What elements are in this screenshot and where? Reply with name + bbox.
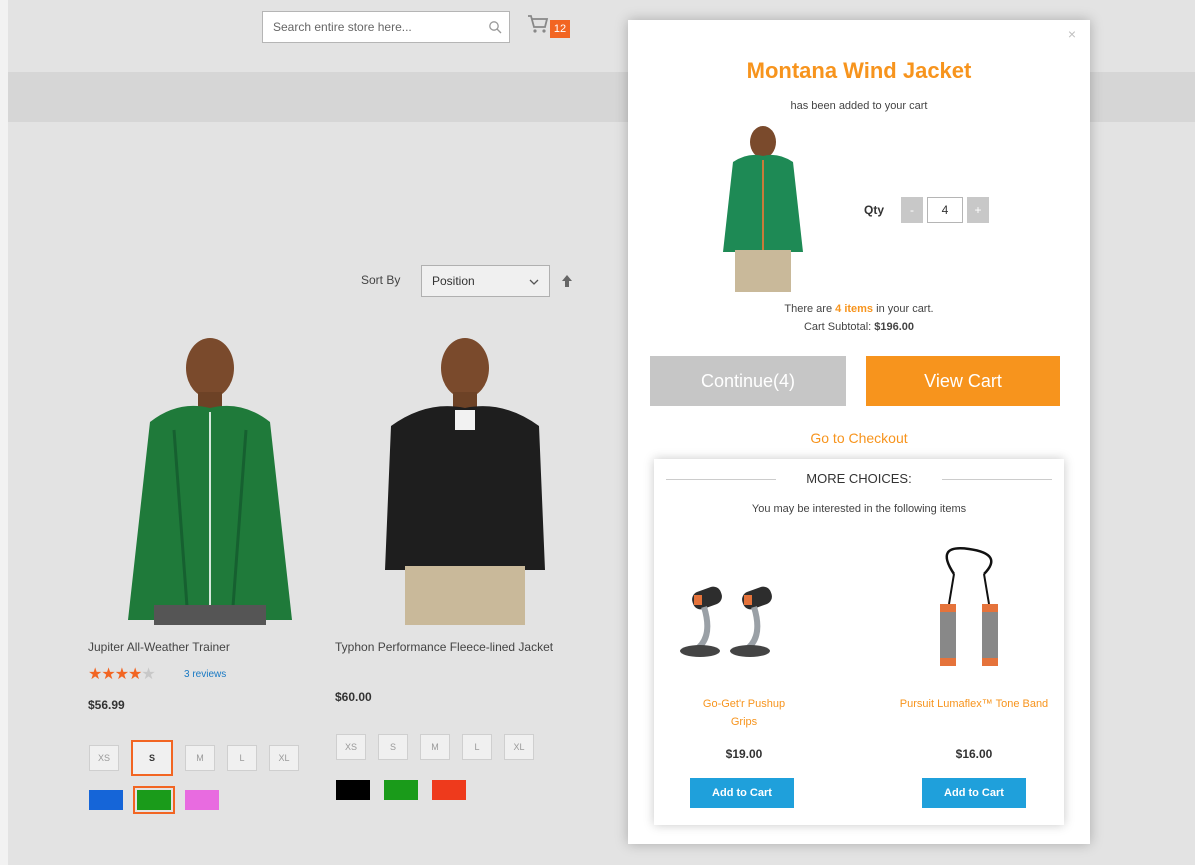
qty-decrease-button[interactable]: - (901, 197, 923, 223)
sort-by-label: Sort By (361, 273, 401, 287)
cart-items-line: There are 4 items in your cart. (628, 300, 1090, 318)
more-choices-panel: MORE CHOICES: You may be interested in t… (654, 459, 1064, 825)
color-swatch-green[interactable] (384, 780, 418, 800)
modal-product-image (693, 122, 823, 292)
star-icon: ★ (114, 666, 129, 683)
product-name-link[interactable]: Jupiter All-Weather Trainer (88, 638, 230, 656)
color-swatch-red[interactable] (432, 780, 466, 800)
size-swatches: XS S M L XL (336, 734, 534, 760)
rating-stars: ★★★★★ (88, 664, 156, 684)
qty-input[interactable]: 4 (927, 197, 963, 223)
color-swatch-black[interactable] (336, 780, 370, 800)
go-to-checkout-link[interactable]: Go to Checkout (628, 430, 1090, 446)
cart-summary: There are 4 items in your cart. Cart Sub… (628, 300, 1090, 336)
qty-label: Qty (864, 203, 885, 217)
size-swatch-xl[interactable]: XL (504, 734, 534, 760)
search-box[interactable] (262, 11, 510, 43)
sort-direction-arrow-icon[interactable] (560, 274, 574, 288)
star-icon: ★ (88, 666, 102, 683)
chevron-down-icon (529, 274, 539, 288)
add-to-cart-button[interactable]: Add to Cart (922, 778, 1026, 808)
size-swatch-xs[interactable]: XS (89, 745, 119, 771)
size-swatch-l[interactable]: L (227, 745, 257, 771)
modal-subtitle: has been added to your cart (790, 100, 928, 112)
size-swatch-m[interactable]: M (185, 745, 215, 771)
size-swatch-xs[interactable]: XS (336, 734, 366, 760)
cart-count-badge[interactable]: 12 (550, 20, 570, 38)
cart-items-suffix: in your cart. (873, 303, 934, 315)
page-left-strip (0, 0, 8, 865)
recommendation-image-tone-band[interactable] (924, 544, 1014, 684)
added-to-cart-modal: × Montana Wind Jacket has been added to … (628, 20, 1090, 844)
divider (942, 479, 1052, 480)
search-input[interactable] (263, 19, 481, 35)
sort-by-select[interactable]: Position (421, 265, 550, 297)
close-icon[interactable]: × (1068, 26, 1076, 42)
product-image-jupiter[interactable] (88, 330, 328, 625)
star-icon: ★ (128, 666, 142, 683)
star-icon: ★ (101, 666, 115, 683)
product-name-link[interactable]: Typhon Performance Fleece-lined Jacket (335, 638, 565, 656)
product-image-typhon[interactable] (335, 330, 575, 625)
size-swatch-m[interactable]: M (420, 734, 450, 760)
recommendation-image-pushup-grips[interactable] (674, 559, 814, 669)
reviews-link[interactable]: 3 reviews (184, 669, 226, 680)
color-swatches (336, 780, 466, 800)
modal-product-title: Montana Wind Jacket (746, 58, 972, 83)
recommendation-price: $16.00 (955, 747, 993, 761)
continue-button[interactable]: Continue(4) (650, 356, 846, 406)
sort-by-value: Position (432, 274, 475, 288)
product-price: $56.99 (88, 698, 125, 712)
search-icon[interactable] (481, 13, 509, 41)
view-cart-button[interactable]: View Cart (866, 356, 1060, 406)
product-price: $60.00 (335, 690, 372, 704)
cart-subtotal-label: Cart Subtotal: (803, 321, 875, 333)
qty-increase-button[interactable]: + (967, 197, 989, 223)
size-swatch-s[interactable]: S (378, 734, 408, 760)
color-swatch-pink[interactable] (185, 790, 219, 810)
color-swatches (89, 786, 219, 814)
recommendation-price: $19.00 (725, 747, 763, 761)
recommendation-name-link[interactable]: Pursuit Lumaflex™ Tone Band (899, 695, 1049, 713)
add-to-cart-button[interactable]: Add to Cart (690, 778, 794, 808)
size-swatch-xl[interactable]: XL (269, 745, 299, 771)
more-choices-subtitle: You may be interested in the following i… (751, 503, 967, 515)
cart-items-prefix: There are (784, 303, 836, 315)
size-swatch-s-selected[interactable]: S (131, 740, 173, 776)
qty-stepper: - 4 + (901, 197, 989, 223)
cart-items-count: 4 items (835, 303, 874, 315)
size-swatches: XS S M L XL (89, 740, 299, 776)
cart-subtotal-line: Cart Subtotal: $196.00 (628, 318, 1090, 336)
recommendation-name-link[interactable]: Go-Get'r Pushup Grips (689, 695, 799, 731)
size-swatch-l[interactable]: L (462, 734, 492, 760)
cart-subtotal-value: $196.00 (874, 321, 915, 333)
star-empty-icon: ★ (141, 666, 155, 683)
cart-icon[interactable] (526, 12, 550, 36)
color-swatch-blue[interactable] (89, 790, 123, 810)
color-swatch-green-selected[interactable] (133, 786, 175, 814)
